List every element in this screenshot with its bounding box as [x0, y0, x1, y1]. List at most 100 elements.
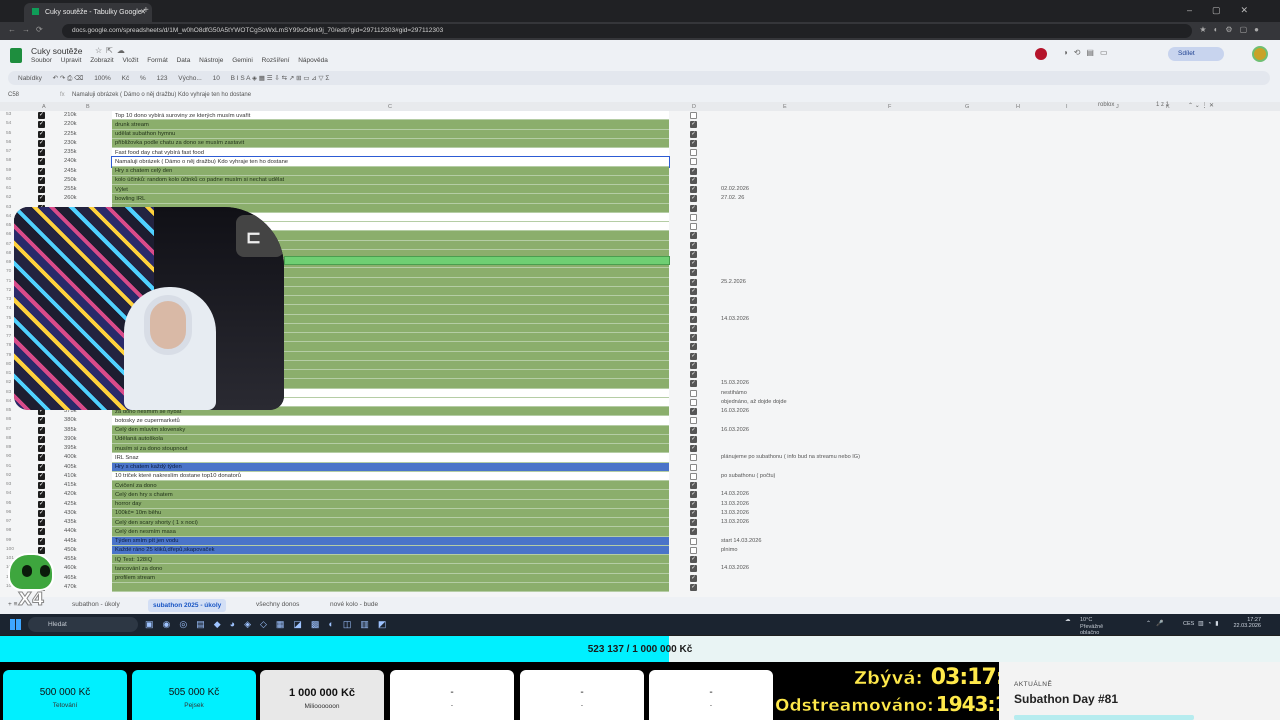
done-checkbox[interactable]: ✓	[690, 426, 697, 434]
note-cell[interactable]: objednáno, až dojde dojde	[721, 399, 787, 405]
task-cell[interactable]: tancování za dono	[112, 564, 669, 574]
completed-checkbox[interactable]: ✓	[38, 500, 45, 508]
formula-input[interactable]: Namaluji obrázek ( Dámo o něj dražbu) Kd…	[72, 92, 251, 98]
column-header[interactable]: D	[692, 104, 696, 110]
goal-threshold[interactable]: 240k	[64, 158, 77, 164]
column-header[interactable]: E	[783, 104, 787, 110]
row-number[interactable]: 62	[6, 195, 20, 200]
menu-napoveda[interactable]: Nápověda	[298, 57, 328, 64]
done-checkbox[interactable]: ✓	[690, 260, 697, 267]
done-checkbox[interactable]: ✓	[690, 186, 697, 193]
done-checkbox[interactable]: ✓	[690, 315, 697, 323]
row-number[interactable]: 54	[6, 121, 20, 126]
completed-checkbox[interactable]: ✓	[38, 472, 45, 480]
note-cell[interactable]: 16.03.2026	[721, 408, 749, 414]
done-checkbox[interactable]: ✓	[690, 509, 697, 517]
task-cell[interactable]: 100kč= 10m běhu	[112, 508, 669, 518]
row-number[interactable]: 94	[6, 491, 20, 496]
done-checkbox[interactable]: ✓	[690, 583, 697, 591]
goal-threshold[interactable]: 455k	[64, 556, 77, 562]
row-number[interactable]: 90	[6, 454, 20, 459]
column-header[interactable]: C	[388, 104, 392, 110]
done-checkbox[interactable]	[690, 546, 697, 554]
done-checkbox[interactable]: ✓	[690, 269, 697, 277]
done-checkbox[interactable]: ✓	[690, 371, 697, 378]
goal-threshold[interactable]: 400k	[64, 454, 77, 460]
completed-checkbox[interactable]: ✓	[38, 454, 45, 462]
done-checkbox[interactable]: ✓	[690, 343, 697, 351]
completed-checkbox[interactable]: ✓	[38, 158, 45, 166]
menu-zobrazit[interactable]: Zobrazit	[90, 57, 113, 64]
goal-threshold[interactable]: 220k	[64, 121, 77, 127]
done-checkbox[interactable]: ✓	[690, 278, 697, 286]
row-number[interactable]: 61	[6, 186, 20, 191]
note-cell[interactable]: 13.03.2026	[721, 510, 749, 516]
task-cell[interactable]: IQ Test: 128IQ	[112, 555, 669, 565]
row-number[interactable]: 59	[6, 168, 20, 173]
new-tab-icon[interactable]: +	[143, 5, 149, 16]
completed-checkbox[interactable]: ✓	[38, 426, 45, 434]
done-checkbox[interactable]: ✓	[690, 306, 697, 314]
completed-checkbox[interactable]: ✓	[38, 186, 45, 193]
column-header[interactable]: F	[888, 104, 891, 110]
taskbar-clock[interactable]: 17:27 22.03.2026	[1225, 617, 1261, 629]
note-cell[interactable]: 14.03.2026	[721, 316, 749, 322]
row-number[interactable]: 86	[6, 417, 20, 422]
done-checkbox[interactable]: ✓	[690, 297, 697, 304]
task-cell[interactable]: udělat subathon hymnu	[112, 129, 669, 139]
star-move-cloud-icons[interactable]: ☆⇱☁	[95, 46, 129, 55]
note-cell[interactable]: 16.03.2026	[721, 427, 749, 433]
sheet-tab[interactable]: všechny donos	[256, 601, 299, 608]
menu-format[interactable]: Formát	[147, 57, 168, 64]
menu-vlozit[interactable]: Vložit	[122, 57, 138, 64]
done-checkbox[interactable]	[690, 472, 697, 480]
completed-checkbox[interactable]: ✓	[38, 435, 45, 443]
done-checkbox[interactable]: ✓	[690, 482, 697, 489]
note-cell[interactable]: 14.03.2026	[721, 491, 749, 497]
done-checkbox[interactable]: ✓	[690, 491, 697, 499]
done-checkbox[interactable]	[690, 158, 697, 166]
task-cell[interactable]: Celý den hry s chatem	[112, 490, 669, 500]
row-number[interactable]: 97	[6, 519, 20, 524]
completed-checkbox[interactable]: ✓	[38, 121, 45, 129]
row-number[interactable]: 56	[6, 140, 20, 145]
row-number[interactable]: 92	[6, 473, 20, 478]
completed-checkbox[interactable]: ✓	[38, 528, 45, 536]
task-cell[interactable]: Celý den nesmím masa	[112, 527, 669, 537]
task-cell[interactable]: Udělaná autoškola	[112, 434, 669, 444]
tray-icons[interactable]: ⌃🎤	[1146, 620, 1169, 627]
goal-threshold[interactable]: 465k	[64, 575, 77, 581]
task-cell[interactable]: profilem stream	[112, 573, 669, 583]
goal-threshold[interactable]: 415k	[64, 482, 77, 488]
note-cell[interactable]: start 14.03.2026	[721, 538, 761, 544]
completed-checkbox[interactable]: ✓	[38, 491, 45, 499]
done-checkbox[interactable]: ✓	[690, 445, 697, 452]
done-checkbox[interactable]: ✓	[690, 139, 697, 147]
completed-checkbox[interactable]: ✓	[38, 130, 45, 138]
done-checkbox[interactable]	[690, 112, 697, 119]
header-action-icons[interactable]: ◑⟲▤▭	[1030, 48, 1114, 57]
done-checkbox[interactable]: ✓	[690, 380, 697, 388]
task-cell[interactable]: botosky ze cupermarketů	[112, 416, 669, 426]
language-indicator[interactable]: CES	[1183, 621, 1194, 627]
done-checkbox[interactable]	[690, 463, 697, 471]
done-checkbox[interactable]: ✓	[690, 232, 697, 240]
task-cell[interactable]: musím si za dono stoupnout	[112, 444, 669, 454]
task-cell[interactable]: Celý den mluvím slovensky	[112, 425, 669, 435]
done-checkbox[interactable]: ✓	[690, 528, 697, 536]
row-number[interactable]: 55	[6, 131, 20, 136]
note-cell[interactable]: 13.03.2026	[721, 501, 749, 507]
done-checkbox[interactable]	[690, 149, 697, 156]
find-input[interactable]: roblox	[1098, 102, 1114, 108]
menu-rozsireni[interactable]: Rozšíření	[262, 57, 290, 64]
task-cell[interactable]: Celý den scary shorty ( 1 x noci)	[112, 518, 669, 528]
done-checkbox[interactable]: ✓	[690, 352, 697, 360]
task-cell[interactable]: Hry s chatem každý týden	[112, 462, 669, 472]
row-number[interactable]: 58	[6, 158, 20, 163]
goal-threshold[interactable]: 380k	[64, 417, 77, 423]
weather-widget[interactable]: ☁ 10°C Převážně oblačno	[1065, 617, 1103, 636]
done-checkbox[interactable]	[690, 398, 697, 406]
url-field[interactable]: docs.google.com/spreadsheets/d/1M_w0hO8d…	[62, 24, 1192, 38]
row-number[interactable]: 96	[6, 510, 20, 515]
percent-format-button[interactable]: %	[140, 75, 146, 82]
